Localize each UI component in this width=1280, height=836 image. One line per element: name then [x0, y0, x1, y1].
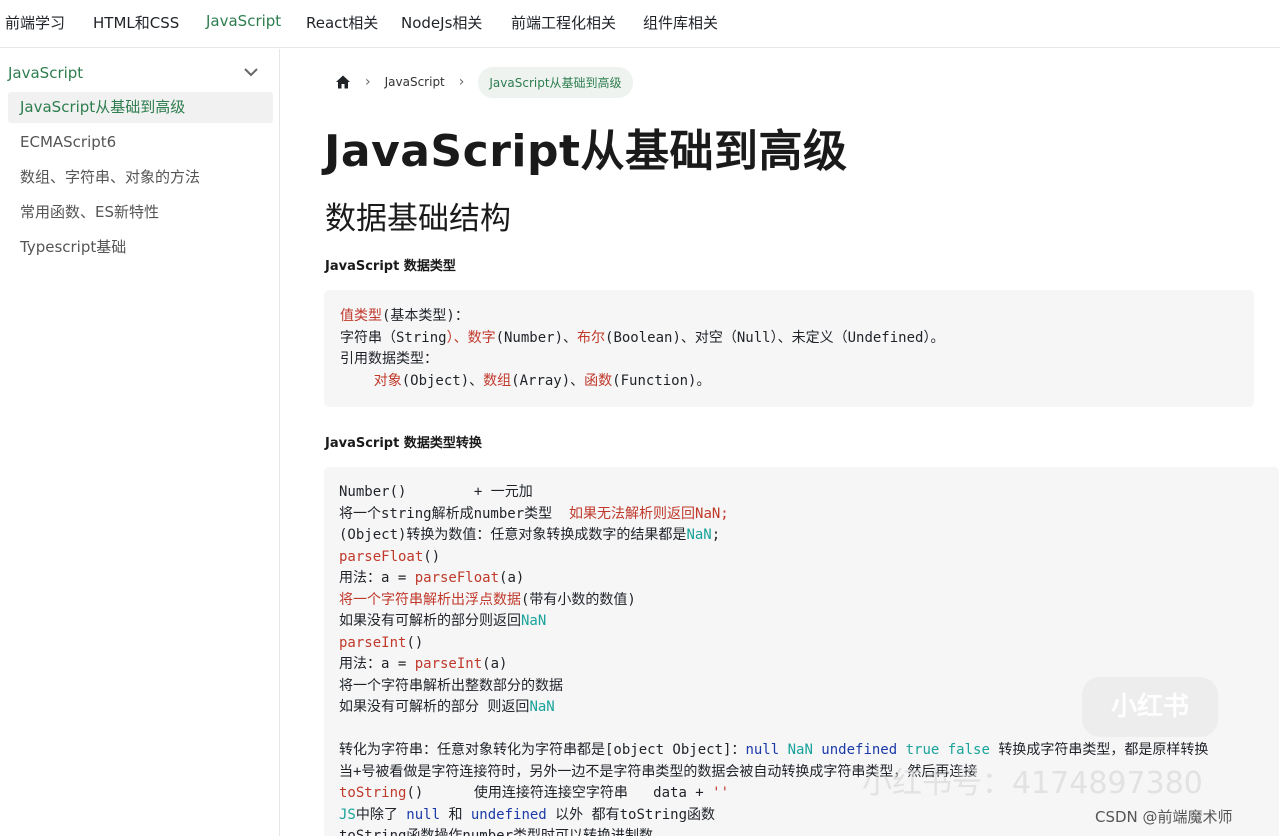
- code-line: 对象(Object)、数组(Array)、函数(Function)。: [340, 372, 711, 389]
- code-line: 字符串（String）、数字(Number)、布尔(Boolean)、对空（Nu…: [340, 329, 945, 346]
- sidebar-item-typescript[interactable]: Typescript基础: [8, 232, 273, 263]
- sidebar-item-js-basics[interactable]: JavaScript从基础到高级: [8, 92, 273, 123]
- code-line: 用法：a = parseFloat(a): [339, 570, 525, 586]
- sidebar-group-heading[interactable]: JavaScript: [8, 64, 83, 82]
- code-line: 用法：a = parseInt(a): [339, 656, 508, 672]
- sidebar-item-methods[interactable]: 数组、字符串、对象的方法: [8, 162, 273, 193]
- chevron-right-icon: ›: [458, 74, 465, 90]
- code-line: 将一个字符串解析出浮点数据(带有小数的数值): [339, 591, 636, 608]
- code-line: 引用数据类型：: [340, 351, 438, 367]
- code-line: toString函数操作number类型时可以转换进制数: [339, 828, 654, 836]
- chevron-right-icon: ›: [365, 74, 371, 90]
- nav-item-html-css[interactable]: HTML和CSS: [93, 12, 179, 33]
- watermark-id: 小红书号：4174897380: [862, 766, 1203, 801]
- nav-item-nodejs[interactable]: NodeJs相关: [401, 12, 482, 33]
- page-title: JavaScript从基础到高级: [324, 126, 848, 177]
- breadcrumb-javascript[interactable]: JavaScript: [385, 75, 445, 89]
- subheading-type-conversion: JavaScript 数据类型转换: [325, 436, 482, 451]
- code-line: parseFloat(): [339, 548, 441, 565]
- subheading-data-types: JavaScript 数据类型: [325, 259, 456, 274]
- section-title: 数据基础结构: [325, 201, 511, 237]
- nav-item-react[interactable]: React相关: [306, 12, 378, 33]
- sidebar: JavaScript JavaScript从基础到高级 ECMAScript6 …: [0, 49, 280, 836]
- site-brand[interactable]: 前端学习: [5, 12, 65, 33]
- breadcrumb-current: JavaScript从基础到高级: [478, 66, 633, 98]
- nav-item-javascript[interactable]: JavaScript: [206, 12, 281, 30]
- nav-item-components[interactable]: 组件库相关: [643, 12, 718, 33]
- code-line: 将一个string解析成number类型 如果无法解析则返回NaN;: [339, 505, 729, 522]
- top-nav: 前端学习 HTML和CSS JavaScript React相关 NodeJs相…: [0, 0, 1280, 48]
- home-icon[interactable]: [335, 74, 351, 90]
- code-line: parseInt(): [339, 634, 424, 651]
- code-line: 如果没有可解析的部分则返回NaN: [339, 613, 547, 629]
- watermark-logo: 小红书: [1082, 677, 1218, 737]
- chevron-down-icon[interactable]: [242, 63, 260, 81]
- nav-item-engineering[interactable]: 前端工程化相关: [511, 12, 616, 33]
- sidebar-item-functions[interactable]: 常用函数、ES新特性: [8, 197, 273, 228]
- sidebar-item-es6[interactable]: ECMAScript6: [8, 127, 273, 158]
- code-block-data-types: 值类型(基本类型)： 字符串（String）、数字(Number)、布尔(Boo…: [324, 290, 1254, 407]
- code-line: 值类型(基本类型)：: [340, 308, 469, 324]
- code-line: Number() + 一元加: [339, 484, 533, 500]
- breadcrumb: › JavaScript › JavaScript从基础到高级: [335, 66, 633, 98]
- watermark-csdn: CSDN @前端魔术师: [1095, 808, 1233, 826]
- code-line: (Object)转换为数值：任意对象转换成数字的结果都是NaN;: [339, 527, 721, 543]
